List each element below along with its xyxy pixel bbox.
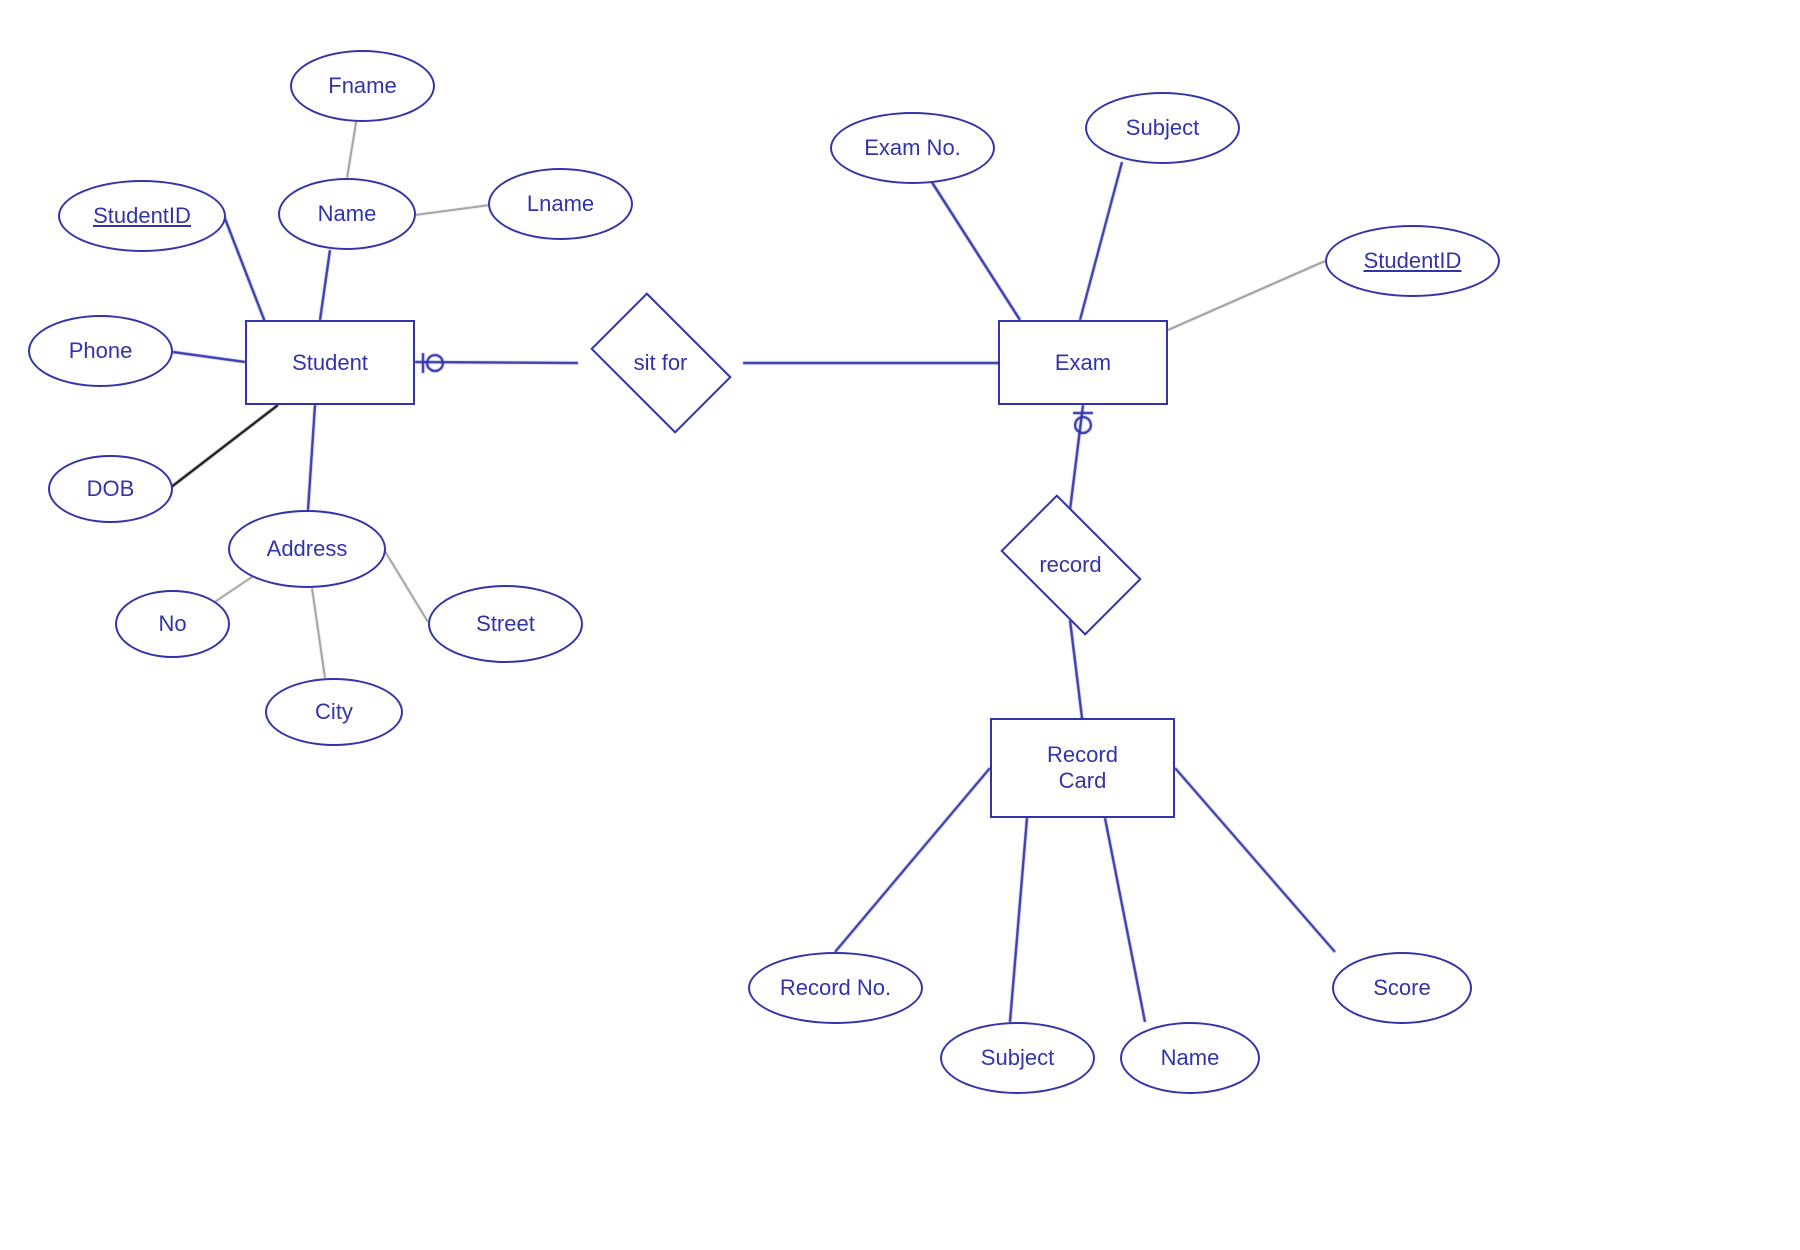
ellipse-examno: Exam No. — [830, 112, 995, 184]
entity-recordcard: RecordCard — [990, 718, 1175, 818]
entity-exam: Exam — [998, 320, 1168, 405]
ellipse-lname: Lname — [488, 168, 633, 240]
diamond-record: record — [988, 510, 1153, 620]
ellipse-dob: DOB — [48, 455, 173, 523]
ellipse-subject-rc: Subject — [940, 1022, 1095, 1094]
ellipse-name: Name — [278, 178, 416, 250]
ellipse-phone: Phone — [28, 315, 173, 387]
er-diagram: Student Fname Name Lname StudentID Phone… — [0, 0, 1800, 1250]
ellipse-name-rc: Name — [1120, 1022, 1260, 1094]
ellipse-studentid2: StudentID — [1325, 225, 1500, 297]
ellipse-fname: Fname — [290, 50, 435, 122]
ellipse-score: Score — [1332, 952, 1472, 1024]
ellipse-address: Address — [228, 510, 386, 588]
ellipse-no: No — [115, 590, 230, 658]
ellipse-street: Street — [428, 585, 583, 663]
diamond-sitfor: sit for — [578, 308, 743, 418]
ellipse-studentid: StudentID — [58, 180, 226, 252]
diagram-lines — [0, 0, 1800, 1250]
ellipse-subject-exam: Subject — [1085, 92, 1240, 164]
entity-student: Student — [245, 320, 415, 405]
ellipse-recordno: Record No. — [748, 952, 923, 1024]
ellipse-city: City — [265, 678, 403, 746]
